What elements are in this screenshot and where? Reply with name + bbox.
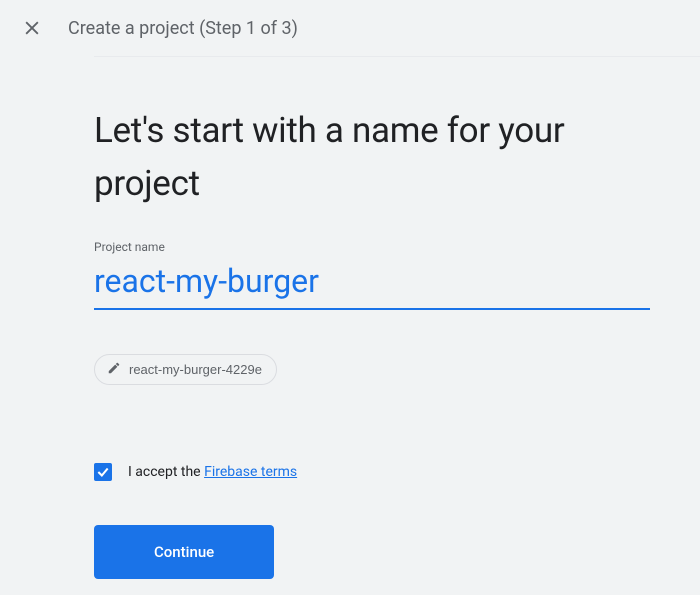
pencil-icon	[107, 361, 121, 378]
close-icon[interactable]	[20, 16, 44, 40]
project-id-chip[interactable]: react-my-burger-4229e	[94, 354, 277, 385]
project-id-text: react-my-burger-4229e	[129, 362, 262, 377]
firebase-terms-link[interactable]: Firebase terms	[204, 464, 297, 480]
continue-button[interactable]: Continue	[94, 525, 274, 579]
header-title: Create a project (Step 1 of 3)	[68, 18, 298, 39]
project-name-label: Project name	[94, 240, 650, 254]
content-area: Let's start with a name for your project…	[0, 57, 650, 579]
project-id-row: react-my-burger-4229e	[94, 354, 650, 385]
terms-checkbox[interactable]	[94, 463, 112, 481]
main-heading: Let's start with a name for your project	[94, 105, 650, 210]
terms-prefix: I accept the	[128, 464, 204, 480]
terms-text: I accept the Firebase terms	[128, 464, 297, 480]
terms-row: I accept the Firebase terms	[94, 463, 650, 481]
project-name-input[interactable]	[94, 258, 650, 310]
modal-header: Create a project (Step 1 of 3)	[0, 0, 700, 56]
